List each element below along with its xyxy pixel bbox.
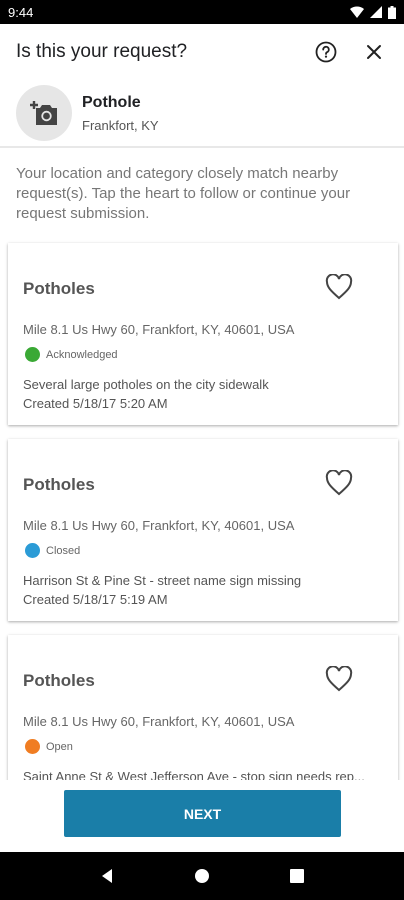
status-badge: Open: [25, 739, 73, 754]
header-actions: [312, 38, 388, 66]
request-card[interactable]: Potholes Mile 8.1 Us Hwy 60, Frankfort, …: [8, 635, 398, 780]
status-label: Closed: [46, 544, 81, 557]
status-badge: Closed: [25, 543, 80, 558]
home-icon[interactable]: [182, 856, 222, 896]
battery-icon: [388, 5, 396, 19]
request-card[interactable]: Potholes Mile 8.1 Us Hwy 60, Frankfort, …: [8, 243, 398, 425]
card-address: Mile 8.1 Us Hwy 60, Frankfort, KY, 40601…: [23, 714, 295, 729]
status-dot: [25, 347, 40, 362]
heart-icon[interactable]: [324, 469, 354, 497]
signal-icon: [370, 6, 382, 18]
status-dot: [25, 739, 40, 754]
card-description: Several large potholes on the city sidew…: [23, 377, 269, 392]
system-nav-bar: [0, 852, 404, 900]
status-label: Open: [46, 740, 73, 753]
card-title: Potholes: [23, 671, 95, 690]
card-address: Mile 8.1 Us Hwy 60, Frankfort, KY, 40601…: [23, 322, 295, 337]
request-card[interactable]: Potholes Mile 8.1 Us Hwy 60, Frankfort, …: [8, 439, 398, 621]
card-title: Potholes: [23, 475, 95, 494]
status-icons: [350, 5, 396, 19]
footer: NEXT: [0, 780, 404, 852]
request-summary: Pothole Frankfort, KY: [0, 80, 404, 146]
request-info: Pothole Frankfort, KY: [82, 94, 159, 133]
card-description: Saint Anne St & West Jefferson Ave - sto…: [23, 769, 365, 780]
add-photo-button[interactable]: [16, 85, 72, 141]
add-photo-icon: [30, 101, 57, 125]
heart-icon[interactable]: [324, 665, 354, 693]
intro-text: Your location and category closely match…: [16, 165, 351, 222]
request-category: Pothole: [82, 93, 141, 111]
card-address: Mile 8.1 Us Hwy 60, Frankfort, KY, 40601…: [23, 518, 295, 533]
status-badge: Acknowledged: [25, 347, 118, 362]
help-icon[interactable]: [312, 38, 340, 66]
close-icon[interactable]: [360, 38, 388, 66]
wifi-icon: [350, 6, 364, 18]
dialog-header: Is this your request?: [0, 24, 404, 80]
card-title: Potholes: [23, 279, 95, 298]
card-created: Created 5/18/17 5:20 AM: [23, 396, 168, 411]
request-location: Frankfort, KY: [82, 117, 159, 133]
status-time: 9:44: [8, 4, 34, 20]
page-title: Is this your request?: [16, 41, 188, 62]
status-dot: [25, 543, 40, 558]
next-button[interactable]: NEXT: [64, 790, 341, 837]
status-label: Acknowledged: [46, 348, 118, 361]
card-description: Harrison St & Pine St - street name sign…: [23, 573, 302, 588]
divider: [0, 146, 404, 148]
heart-icon[interactable]: [324, 273, 354, 301]
nearby-requests-list[interactable]: Potholes Mile 8.1 Us Hwy 60, Frankfort, …: [0, 238, 404, 780]
back-icon[interactable]: [87, 856, 127, 896]
status-bar: 9:44: [0, 0, 404, 24]
recents-icon[interactable]: [277, 856, 317, 896]
card-created: Created 5/18/17 5:19 AM: [23, 592, 168, 607]
